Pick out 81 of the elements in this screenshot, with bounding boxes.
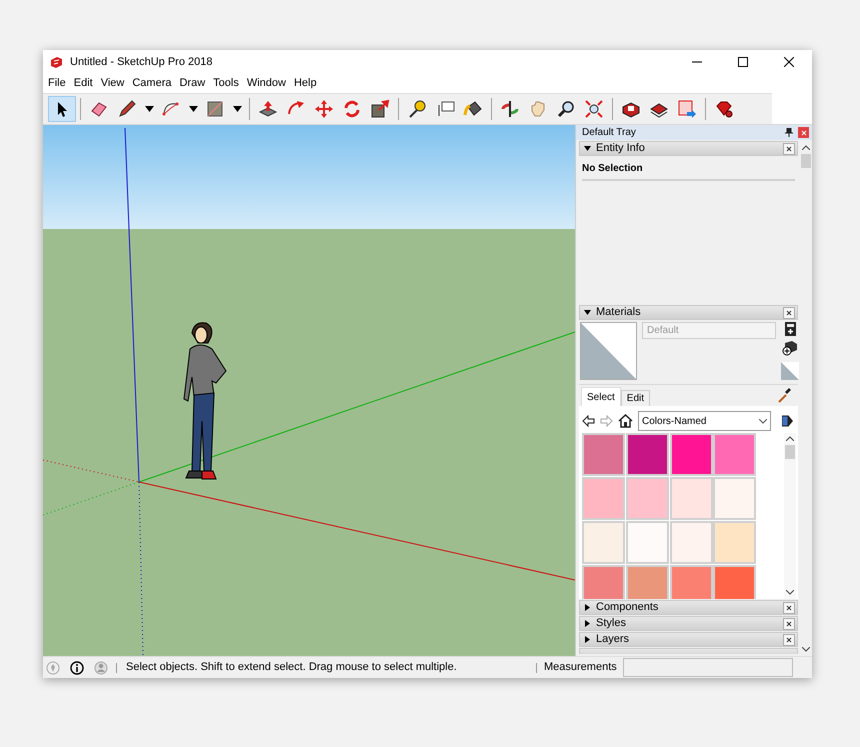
swatch-scrollbar[interactable] — [784, 433, 796, 599]
create-material-icon[interactable] — [784, 322, 796, 336]
tray-title: Default Tray — [582, 126, 637, 140]
maximize-icon — [738, 57, 748, 67]
chevron-up-icon — [786, 436, 794, 441]
sheet-arrow-icon — [677, 99, 697, 119]
move-arrows-icon — [314, 99, 334, 119]
chevron-down-icon — [759, 418, 767, 424]
close-icon — [786, 146, 792, 152]
panel-header[interactable]: Styles — [579, 616, 798, 631]
caret-icon — [188, 106, 198, 112]
panel-header[interactable]: Layers — [579, 632, 798, 647]
panel-title: Styles — [596, 618, 627, 629]
close-icon — [784, 57, 794, 67]
tray-close-button[interactable] — [798, 127, 809, 138]
caret-icon — [144, 106, 154, 112]
measurements-label: Measurements — [544, 660, 617, 676]
menu-item[interactable]: File — [45, 78, 69, 89]
pencil-icon — [117, 99, 137, 119]
scale-icon — [370, 99, 390, 119]
close-icon — [786, 310, 792, 316]
menu-item[interactable]: Help — [290, 78, 320, 89]
material-tab[interactable]: Edit — [620, 390, 650, 406]
orbit-icon — [500, 99, 520, 119]
close-icon — [786, 620, 792, 626]
panel-title: Components — [596, 602, 660, 613]
scrollbar-thumb[interactable] — [801, 154, 811, 168]
eyedropper-icon[interactable] — [778, 387, 792, 403]
panel-close-button[interactable] — [783, 142, 795, 154]
chevron-down-icon — [802, 647, 810, 652]
menu-item[interactable]: Draw — [176, 78, 208, 89]
info-icon[interactable] — [70, 660, 84, 674]
close-icon — [800, 130, 806, 136]
menu-item[interactable]: Edit — [70, 78, 96, 89]
expanded-triangle-icon[interactable] — [584, 309, 591, 316]
selection-label: No Selection — [582, 161, 795, 181]
add-to-model-icon[interactable] — [782, 340, 798, 356]
collapsed-triangle-icon[interactable] — [584, 604, 591, 611]
close-icon — [786, 636, 792, 642]
tool-button[interactable] — [48, 96, 76, 122]
tape-measure-icon — [407, 99, 427, 119]
details-arrow-icon[interactable] — [782, 414, 794, 428]
home-icon[interactable] — [618, 414, 633, 428]
ruby-gem-icon — [714, 99, 734, 119]
panel-title: Materials — [596, 307, 642, 318]
panel-title: Layers — [596, 634, 630, 645]
panel-header[interactable]: Materials — [579, 305, 798, 320]
panel-header[interactable]: Entity Info — [579, 141, 798, 156]
menu-item[interactable]: Tools — [210, 78, 242, 89]
collapsed-triangle-icon[interactable] — [584, 620, 591, 627]
menu-item[interactable]: Window — [244, 78, 289, 89]
rotate-icon — [342, 99, 362, 119]
caret-icon — [232, 106, 242, 112]
app-logo-icon — [50, 56, 63, 68]
pin-icon[interactable] — [785, 128, 793, 137]
search-icon — [556, 99, 576, 119]
rectangle-icon — [205, 99, 225, 119]
library-dropdown[interactable]: Colors-Named — [638, 411, 771, 431]
measurements-field[interactable] — [622, 658, 793, 677]
panel-title: Entity Info — [596, 143, 646, 154]
panel-close-button[interactable] — [783, 618, 795, 630]
push-pull-icon — [258, 99, 278, 119]
panel-close-button[interactable] — [783, 306, 795, 318]
material-name-field[interactable]: Default — [642, 322, 776, 339]
panel-close-button[interactable] — [783, 634, 795, 646]
window-title: Untitled - SketchUp Pro 2018 — [70, 54, 212, 70]
expanded-triangle-icon[interactable] — [584, 145, 591, 152]
menu-item[interactable]: Camera — [129, 78, 174, 89]
chevron-up-icon — [802, 145, 810, 150]
scrollbar-thumb[interactable] — [785, 445, 795, 459]
panel-close-button[interactable] — [783, 602, 795, 614]
status-message: Select objects. Shift to extend select. Drag mouse to select multiple. — [126, 660, 458, 676]
collapsed-triangle-icon[interactable] — [584, 636, 591, 643]
close-icon — [786, 604, 792, 610]
panel-header[interactable]: Components — [579, 600, 798, 615]
back-arrow-icon[interactable] — [582, 415, 595, 427]
chevron-down-icon — [786, 590, 794, 595]
menu-item[interactable]: View — [98, 78, 128, 89]
sample-preview-icon — [781, 362, 799, 380]
material-tab[interactable]: Select — [581, 387, 621, 406]
zoom-extents-icon — [584, 99, 604, 119]
